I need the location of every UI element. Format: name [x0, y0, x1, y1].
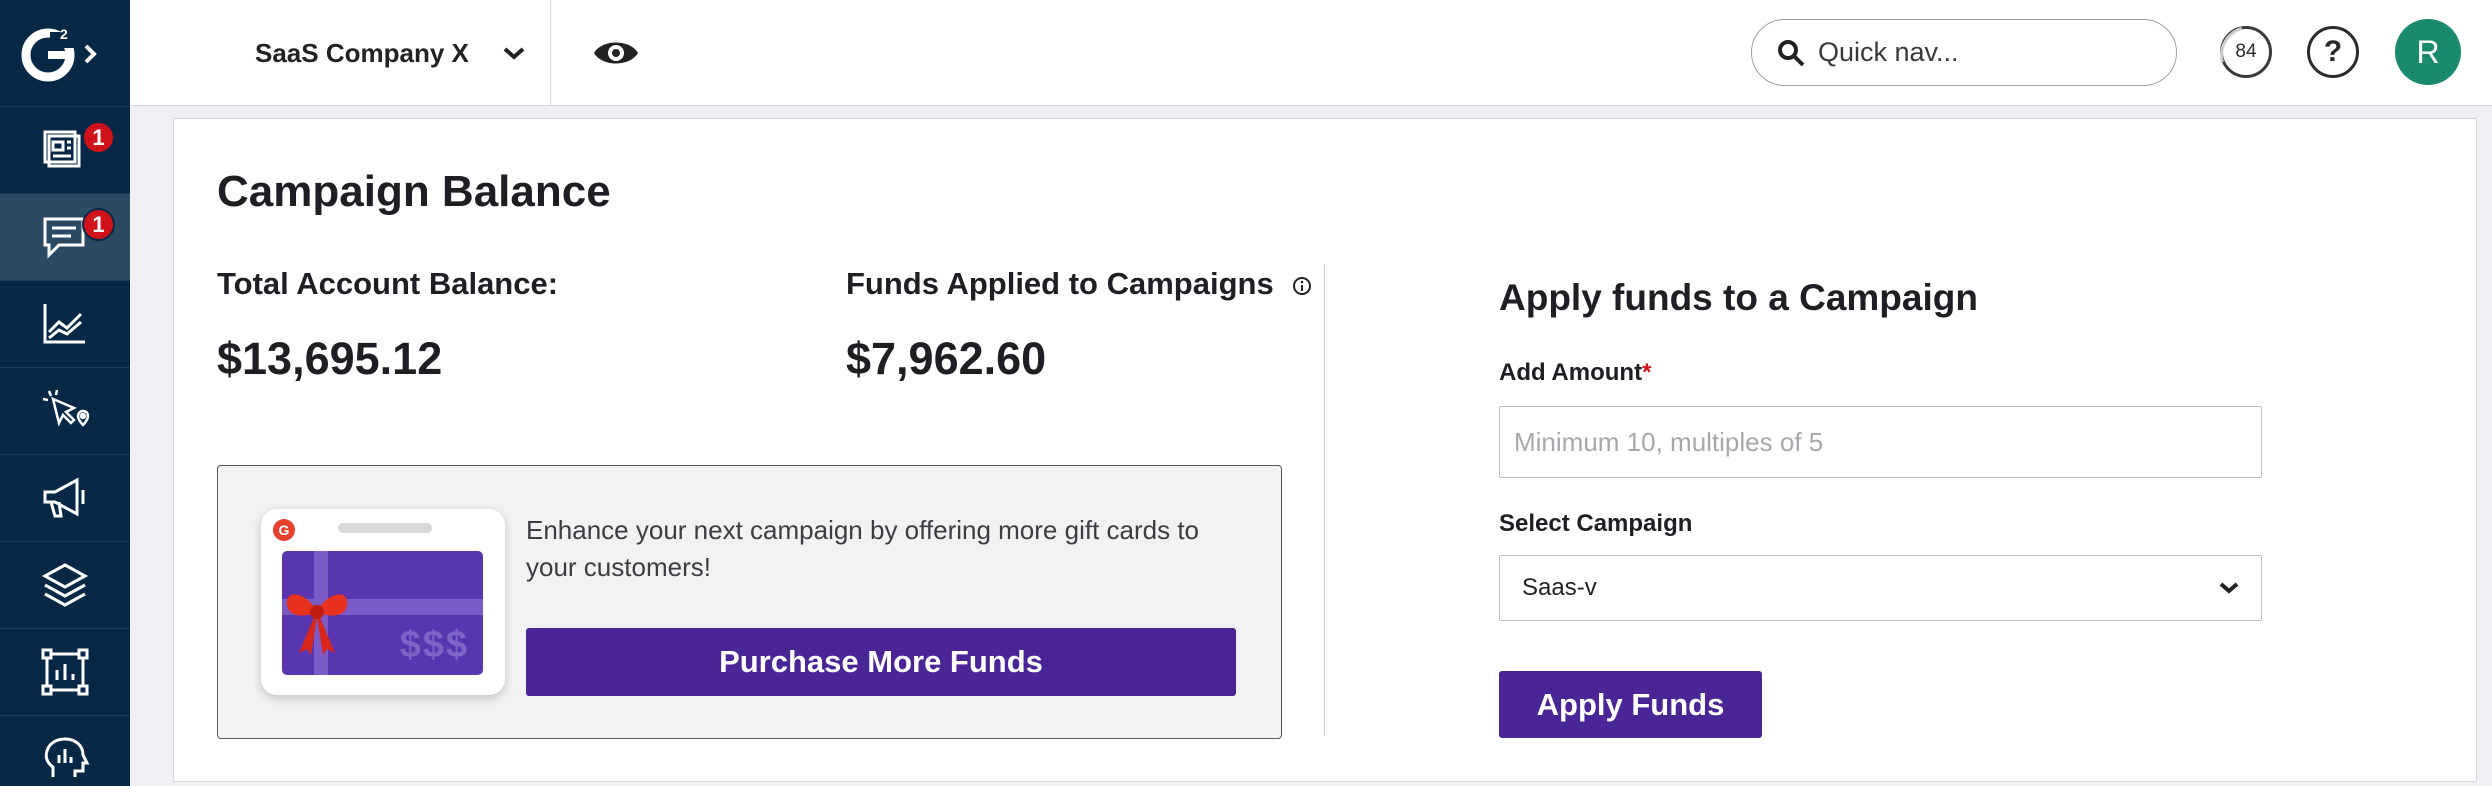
g2-badge-icon: G: [273, 519, 295, 541]
profile-score-indicator[interactable]: 84: [2220, 26, 2272, 78]
page-title: Campaign Balance: [217, 167, 611, 216]
sidebar-item-reports[interactable]: [0, 628, 130, 715]
required-mark: *: [1642, 359, 1652, 386]
top-bar: SaaS Company X 84 ? R: [130, 0, 2492, 106]
help-icon[interactable]: ?: [2307, 26, 2359, 78]
campaign-select[interactable]: Saas-v: [1499, 555, 2262, 621]
company-name: SaaS Company X: [255, 37, 469, 68]
funds-applied-value: $7,962.60: [846, 333, 1047, 384]
notification-badge: 1: [82, 121, 115, 154]
campaign-balance-card: Campaign Balance Total Account Balance: …: [173, 118, 2477, 782]
sidebar: 2 1 1: [0, 0, 130, 786]
chart-frame-icon: [41, 648, 89, 696]
add-amount-label: Add Amount*: [1499, 359, 1651, 387]
select-campaign-label: Select Campaign: [1499, 510, 1693, 537]
megaphone-icon: [43, 477, 85, 518]
campaign-select-value: Saas-v: [1522, 574, 1597, 601]
funds-applied-heading: Funds Applied to Campaigns: [846, 266, 1312, 302]
card-slot: [338, 523, 432, 533]
bow-icon: [286, 594, 348, 655]
sidebar-item-campaigns[interactable]: [0, 454, 130, 541]
analytics-icon: [43, 304, 85, 344]
promo-text: Enhance your next campaign by offering m…: [526, 515, 1200, 582]
sidebar-item-analytics[interactable]: [0, 280, 130, 367]
sidebar-item-messages[interactable]: 1: [0, 193, 130, 280]
total-balance-value: $13,695.12: [217, 333, 443, 384]
gift-card-illustration: G $$$: [261, 509, 505, 695]
layers-icon: [41, 563, 89, 607]
add-amount-label-text: Add Amount: [1499, 359, 1643, 386]
cursor-click-icon: [42, 389, 90, 427]
chevron-down-icon: [503, 47, 525, 60]
company-selector[interactable]: SaaS Company X: [255, 0, 525, 106]
section-divider: [1324, 264, 1325, 736]
apply-funds-title: Apply funds to a Campaign: [1499, 277, 1978, 318]
sidebar-item-targeting[interactable]: [0, 367, 130, 454]
g2-logo-icon: 2: [21, 26, 97, 82]
add-amount-input[interactable]: [1499, 406, 2262, 478]
sidebar-item-products[interactable]: [0, 541, 130, 628]
total-balance-label: Total Account Balance:: [217, 266, 559, 301]
search-input[interactable]: [1818, 37, 2158, 68]
quick-nav-search[interactable]: [1751, 19, 2177, 86]
head-icon: [44, 737, 90, 777]
purchase-more-funds-button[interactable]: Purchase More Funds: [526, 628, 1236, 696]
search-icon: [1778, 39, 1805, 66]
gift-card-currency: $$$: [399, 624, 469, 666]
eye-icon[interactable]: [592, 33, 640, 73]
g2-logo[interactable]: 2: [0, 0, 130, 106]
sidebar-item-insights[interactable]: [0, 715, 130, 786]
funds-applied-label: Funds Applied to Campaigns: [846, 266, 1274, 301]
gift-card-promo: G $$$ Enhance your next campaign by offe…: [217, 465, 1282, 739]
avatar[interactable]: R: [2395, 19, 2461, 85]
chevron-down-icon: [2219, 582, 2239, 594]
sidebar-item-dashboard[interactable]: 1: [0, 106, 130, 193]
topbar-divider: [550, 0, 551, 106]
svg-text:2: 2: [60, 26, 68, 42]
info-icon[interactable]: [1292, 276, 1312, 296]
notification-badge: 1: [82, 208, 115, 241]
apply-funds-button[interactable]: Apply Funds: [1499, 671, 1762, 738]
